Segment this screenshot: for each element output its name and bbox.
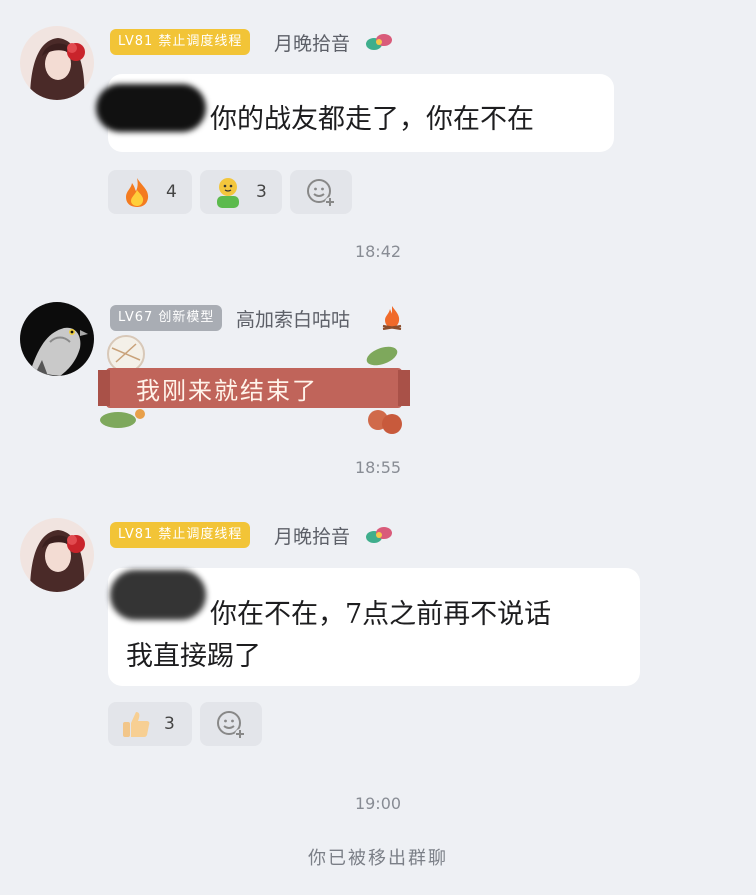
redacted-mention	[110, 570, 206, 620]
sticker-caption: 我刚来就结束了	[136, 377, 318, 405]
message-text-line2: 我直接踢了	[126, 641, 261, 672]
level-badge: LV81 禁止调度线程	[110, 522, 251, 548]
add-emoji-icon	[217, 711, 245, 739]
message-text: 你的战友都走了，你在不在	[210, 104, 534, 135]
timestamp: 18:55	[354, 458, 402, 477]
reaction-count: 3	[256, 182, 267, 202]
reaction-thumbs-up[interactable]: 3	[108, 702, 192, 746]
reaction-fire[interactable]: 4	[108, 170, 192, 214]
level-badge: LV81 禁止调度线程	[110, 29, 251, 55]
sender-avatar[interactable]	[20, 26, 94, 100]
flower-icon	[364, 30, 394, 58]
sender-avatar[interactable]	[20, 302, 94, 376]
reaction-person[interactable]: 3	[200, 170, 282, 214]
add-reaction-button[interactable]	[290, 170, 352, 214]
sender-nickname[interactable]: 月晚拾音	[274, 29, 350, 56]
person-emoji-icon	[217, 178, 239, 208]
reaction-count: 3	[164, 714, 175, 734]
campfire-icon	[380, 304, 404, 334]
reaction-count: 4	[166, 182, 177, 202]
message-text-line1: 你在不在，7点之前再不说话	[210, 599, 552, 630]
fire-emoji-icon	[126, 178, 149, 207]
thumbs-up-emoji-icon	[123, 712, 150, 737]
redacted-mention	[96, 84, 206, 132]
timestamp: 18:42	[354, 242, 402, 261]
sender-nickname[interactable]: 高加索白咕咕	[236, 305, 350, 332]
system-notice: 你已被移出群聊	[308, 848, 448, 869]
level-badge: LV67 创新模型	[110, 305, 223, 331]
timestamp: 19:00	[354, 794, 402, 813]
add-emoji-icon	[307, 179, 335, 207]
add-reaction-button[interactable]	[200, 702, 262, 746]
sender-nickname[interactable]: 月晚拾音	[274, 522, 350, 549]
flower-icon	[364, 523, 394, 551]
sender-avatar[interactable]	[20, 518, 94, 592]
